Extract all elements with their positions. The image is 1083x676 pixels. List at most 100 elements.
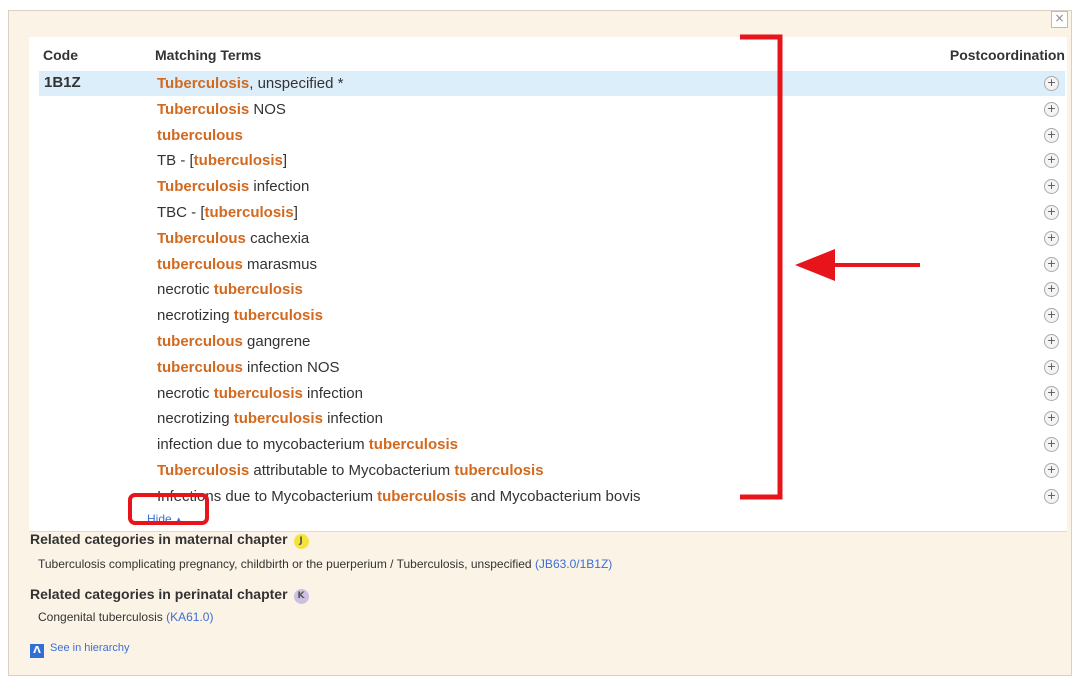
perinatal-code-link[interactable]: (KA61.0) [166,610,213,624]
row-term[interactable]: necrotic tuberculosis [157,281,303,298]
postcoordination-plus-icon[interactable]: + [1044,205,1059,220]
row-term[interactable]: Tuberculosis, unspecified * [157,75,343,92]
term-highlight: Tuberculosis [157,100,250,118]
table-row[interactable]: Tuberculosis attributable to Mycobacteri… [39,458,1065,483]
table-row[interactable]: necrotizing tuberculosis infection + [39,406,1065,431]
row-term[interactable]: Tuberculosis attributable to Mycobacteri… [157,462,544,479]
caret-up-icon: ▲ [174,515,183,524]
hide-label: Hide [147,512,172,526]
table-row[interactable]: tuberculous infection NOS + [39,355,1065,380]
term-text: TBC - [ [157,204,205,221]
term-highlight: tuberculosis [233,410,323,428]
term-text: necrotizing [157,410,234,428]
column-header-code: Code [43,47,78,63]
term-highlight: tuberculous [157,255,243,273]
table-row[interactable]: tuberculous marasmus + [39,252,1065,277]
row-term[interactable]: TB - [tuberculosis] [157,152,287,169]
postcoordination-plus-icon[interactable]: + [1044,463,1059,478]
column-header-matching-terms: Matching Terms [155,47,262,63]
table-row[interactable]: Tuberculosis infection + [39,174,1065,199]
term-highlight: tuberculous [157,333,243,350]
term-text: ] [282,152,288,170]
term-highlight: tuberculosis [368,436,458,454]
term-highlight: tuberculous [157,126,243,144]
row-term[interactable]: necrotizing tuberculosis [157,307,323,324]
table-row[interactable]: TBC - [tuberculosis] + [39,200,1065,225]
row-term[interactable]: Tuberculous cachexia [157,230,309,247]
postcoordination-plus-icon[interactable]: + [1044,488,1059,504]
postcoordination-plus-icon[interactable]: + [1044,437,1059,453]
postcoordination-plus-icon[interactable]: + [1044,101,1059,117]
see-in-hierarchy-link[interactable]: Λ See in hierarchy [30,642,130,658]
term-highlight: Tuberculous [157,229,246,247]
table-row[interactable]: Tuberculosis NOS + [39,97,1065,122]
term-text: Infections due to Mycobacterium [157,487,378,505]
postcoordination-plus-icon[interactable]: + [1044,230,1059,246]
table-row[interactable]: TB - [tuberculosis] + [39,148,1065,173]
table-row[interactable]: 1B1Z Tuberculosis, unspecified * + [39,71,1065,96]
maternal-related-text: Tuberculosis complicating pregnancy, chi… [38,557,532,571]
term-text: ] [293,204,298,221]
column-header-postcoordination: Postcoordination [949,47,1065,63]
term-text: infection [302,384,363,402]
postcoordination-plus-icon[interactable]: + [1044,153,1059,169]
term-highlight: Tuberculosis [157,178,250,196]
term-text: necrotizing [157,307,234,325]
row-term[interactable]: tuberculous marasmus [157,256,317,273]
row-term[interactable]: necrotic tuberculosis infection [157,385,363,402]
row-term[interactable]: infection due to mycobacterium tuberculo… [157,436,458,453]
term-highlight: Tuberculosis [157,462,250,479]
row-term[interactable]: TBC - [tuberculosis] [157,204,298,221]
maternal-section-title: Related categories in maternal chapter J [30,531,309,549]
postcoordination-plus-icon[interactable]: + [1044,127,1059,143]
postcoordination-plus-icon[interactable]: + [1044,179,1059,195]
postcoordination-plus-icon[interactable]: + [1044,256,1059,272]
perinatal-section-title: Related categories in perinatal chapter K [30,586,309,604]
hierarchy-icon: Λ [30,644,44,658]
postcoordination-plus-icon[interactable]: + [1044,308,1059,324]
term-text: marasmus [242,255,318,273]
term-text: infection [322,410,383,428]
term-highlight: tuberculosis [233,307,323,325]
postcoordination-plus-icon[interactable]: + [1044,411,1059,427]
term-text: cachexia [245,229,310,247]
table-row[interactable]: tuberculous gangrene + [39,329,1065,354]
term-text: TB - [ [157,152,194,170]
row-term[interactable]: Tuberculosis NOS [157,101,286,118]
maternal-code-link[interactable]: (JB63.0/1B1Z) [535,557,612,571]
row-term[interactable]: tuberculous gangrene [157,333,310,350]
term-text: infection due to mycobacterium [157,436,369,454]
postcoordination-plus-icon[interactable]: + [1044,385,1059,401]
table-row[interactable]: Tuberculous cachexia + [39,226,1065,251]
postcoordination-plus-icon[interactable]: + [1044,334,1059,349]
table-row[interactable]: necrotizing tuberculosis + [39,303,1065,328]
term-highlight: tuberculosis [377,487,467,505]
row-term[interactable]: tuberculous infection NOS [157,359,340,376]
term-highlight: tuberculous [157,358,243,376]
postcoordination-plus-icon[interactable]: + [1044,76,1059,91]
table-row[interactable]: infection due to mycobacterium tuberculo… [39,432,1065,457]
row-term[interactable]: tuberculous [157,127,243,144]
term-text: , unspecified * [249,75,344,92]
perinatal-title: Related categories in perinatal chapter [30,586,288,602]
term-text: infection NOS [242,358,340,376]
term-text: infection [249,178,310,196]
table-row[interactable]: necrotic tuberculosis + [39,277,1065,302]
row-term[interactable]: Tuberculosis infection [157,178,309,195]
table-row[interactable]: Infections due to Mycobacterium tubercul… [39,484,1065,509]
search-results-panel: × Code Matching Terms Postcoordination 1… [8,10,1072,676]
postcoordination-plus-icon[interactable]: + [1044,282,1059,298]
table-row[interactable]: tuberculous + [39,123,1065,148]
term-highlight: tuberculosis [193,152,283,170]
hide-link[interactable]: Hide ▲ [147,512,183,526]
term-text: necrotic [157,281,214,299]
row-term[interactable]: Infections due to Mycobacterium tubercul… [157,488,641,505]
postcoordination-plus-icon[interactable]: + [1044,359,1059,375]
maternal-title: Related categories in maternal chapter [30,531,288,547]
term-text: necrotic [157,384,214,402]
row-term[interactable]: necrotizing tuberculosis infection [157,410,383,427]
row-code: 1B1Z [44,74,81,91]
table-row[interactable]: necrotic tuberculosis infection + [39,381,1065,406]
close-icon[interactable]: × [1051,11,1068,28]
perinatal-related-line: Congenital tuberculosis (KA61.0) [38,610,213,624]
